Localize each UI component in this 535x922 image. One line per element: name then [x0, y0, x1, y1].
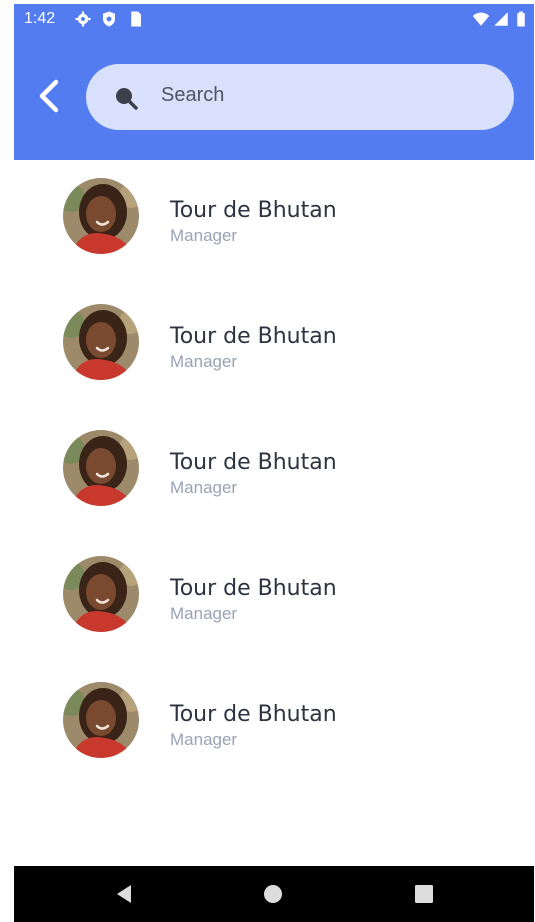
- search-placeholder: Search: [161, 84, 225, 106]
- item-name: Tour de Bhutan: [170, 450, 337, 475]
- battery-icon: [517, 11, 525, 27]
- shield-icon: [103, 11, 115, 27]
- avatar: [63, 556, 139, 632]
- status-time: 1:42: [24, 10, 56, 27]
- people-list: Tour de Bhutan Manager Tour de Bhutan Ma…: [14, 160, 534, 790]
- sim-card-icon: [131, 11, 141, 27]
- recents-square-icon[interactable]: [412, 882, 436, 906]
- search-input[interactable]: Search: [86, 64, 514, 130]
- list-item[interactable]: Tour de Bhutan Manager: [14, 664, 534, 790]
- list-item[interactable]: Tour de Bhutan Manager: [14, 538, 534, 664]
- avatar: [63, 430, 139, 506]
- item-role: Manager: [170, 226, 238, 245]
- item-role: Manager: [170, 604, 238, 623]
- avatar: [63, 178, 139, 254]
- gear-icon: [75, 11, 91, 27]
- avatar: [63, 304, 139, 380]
- system-nav-bar: [14, 866, 534, 922]
- list-item[interactable]: Tour de Bhutan Manager: [14, 412, 534, 538]
- item-role: Manager: [170, 478, 238, 497]
- search-icon: [116, 88, 138, 110]
- list-item[interactable]: Tour de Bhutan Manager: [14, 160, 534, 286]
- back-button[interactable]: [28, 74, 72, 118]
- home-circle-icon[interactable]: [261, 882, 285, 906]
- item-role: Manager: [170, 730, 238, 749]
- cellular-signal-icon: [494, 12, 508, 26]
- status-bar: 1:42: [14, 4, 534, 36]
- back-triangle-icon[interactable]: [112, 882, 136, 906]
- chevron-left-icon: [39, 79, 59, 113]
- app-screen: 1:42 Search Tour de Bhutan Manager Tour …: [14, 4, 534, 922]
- header-bar: 1:42 Search: [14, 4, 534, 160]
- item-name: Tour de Bhutan: [170, 198, 337, 223]
- avatar: [63, 682, 139, 758]
- item-name: Tour de Bhutan: [170, 324, 337, 349]
- wifi-icon: [472, 12, 490, 26]
- item-name: Tour de Bhutan: [170, 576, 337, 601]
- item-name: Tour de Bhutan: [170, 702, 337, 727]
- list-item[interactable]: Tour de Bhutan Manager: [14, 286, 534, 412]
- item-role: Manager: [170, 352, 238, 371]
